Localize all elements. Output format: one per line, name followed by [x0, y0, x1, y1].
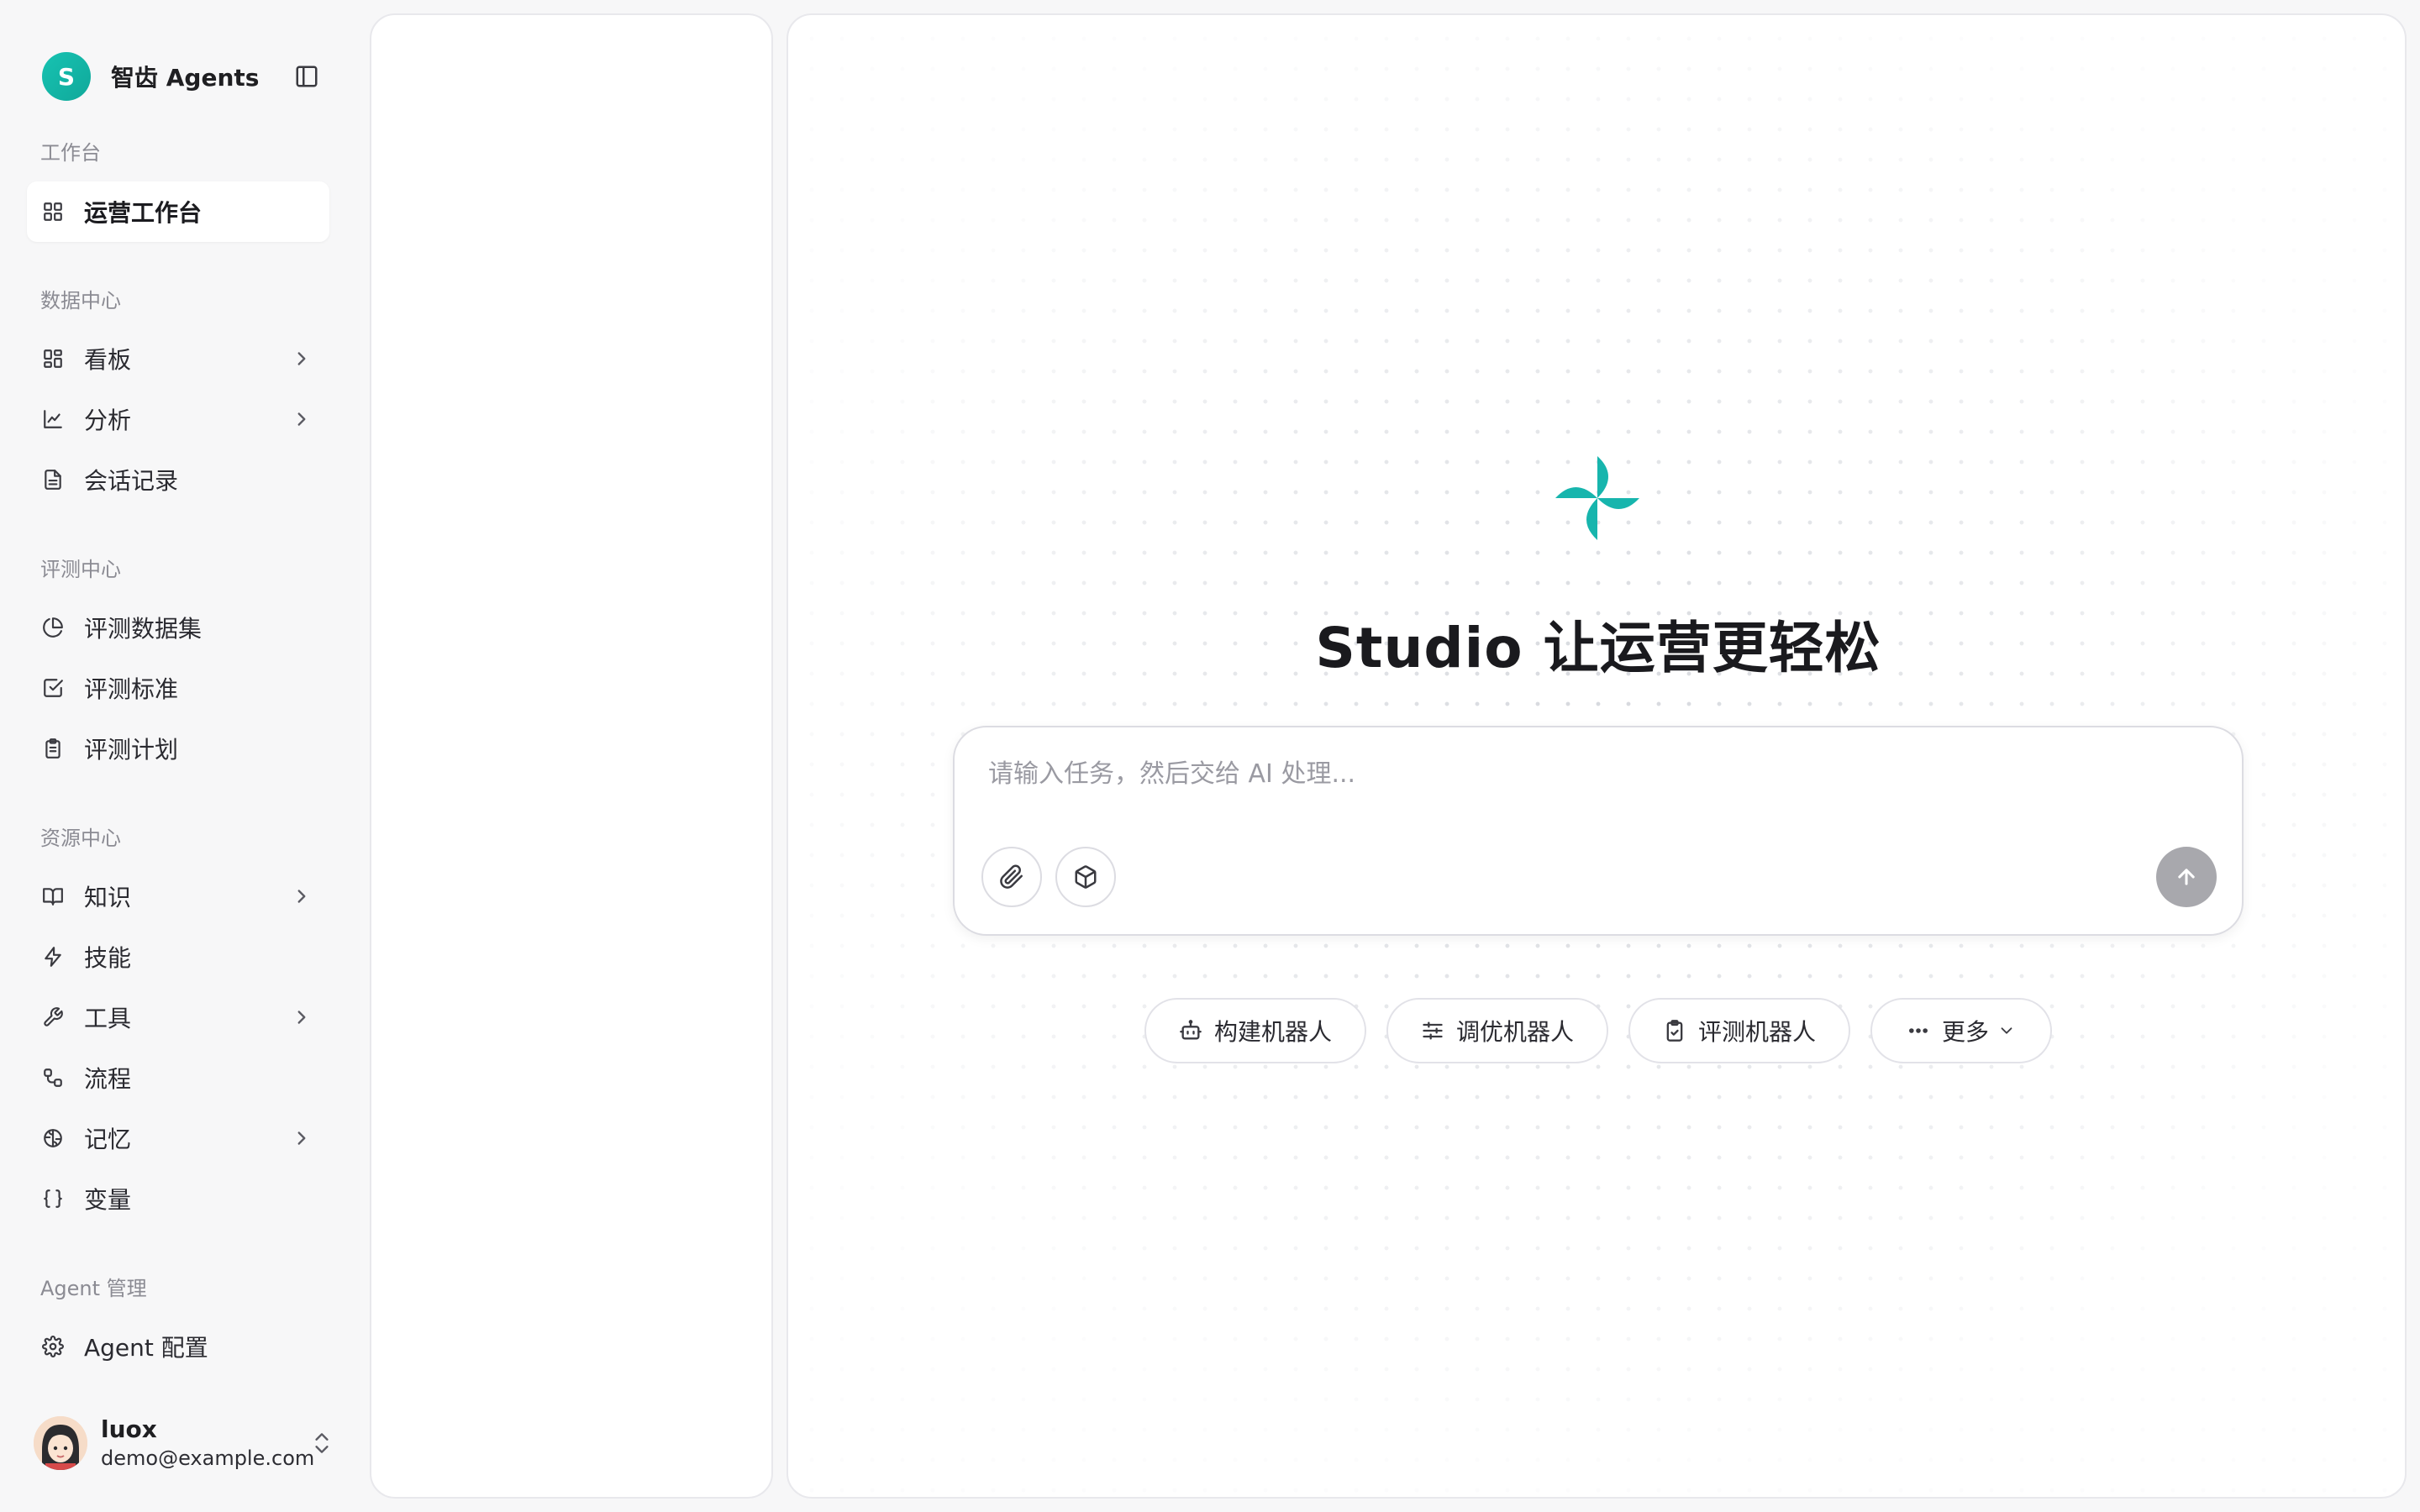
sidebar-item-label: 看板 — [84, 346, 132, 374]
bot-icon — [1180, 1020, 1202, 1040]
pinwheel-logo-icon — [1551, 452, 1644, 544]
sidebar-item-label: 评测计划 — [84, 736, 179, 764]
book-open-icon — [40, 884, 66, 909]
sidebar-item-eval-criteria[interactable]: 评测标准 — [27, 658, 329, 718]
user-menu[interactable]: luox demo@example.com — [34, 1411, 336, 1475]
page-title: Studio 让运营更轻松 — [1315, 616, 1881, 680]
sidebar: S 智齿 Agents 工作台 运营工作台 数据中心 看板 分析 会话记录 评测… — [0, 0, 370, 1512]
panel-left-icon — [296, 66, 318, 87]
section-title-workbench: 工作台 — [40, 141, 101, 165]
user-name: luox — [101, 1415, 157, 1443]
sidebar-item-dashboard[interactable]: 看板 — [27, 328, 329, 389]
arrow-up-icon — [2178, 869, 2195, 885]
chip-label: 更多 — [1941, 1018, 1989, 1046]
user-email: demo@example.com — [101, 1446, 315, 1470]
chevrons-up-down-icon — [311, 1430, 336, 1457]
task-composer — [953, 726, 2244, 936]
sidebar-item-memory[interactable]: 记忆 — [27, 1108, 329, 1168]
brain-icon — [40, 1126, 66, 1151]
brand: S 智齿 Agents — [42, 52, 328, 101]
sidebar-item-label: 记忆 — [84, 1126, 132, 1153]
sidebar-item-eval-datasets[interactable]: 评测数据集 — [27, 597, 329, 658]
build-bot-chip[interactable]: 构建机器人 — [1144, 998, 1366, 1063]
sidebar-item-label: 评测标准 — [84, 675, 179, 703]
wrench-icon — [40, 1005, 66, 1030]
main-panel: Studio 让运营更轻松 构建机器人 调优机器人 — [786, 13, 2407, 1499]
send-button[interactable] — [2156, 847, 2217, 907]
sidebar-item-label: 评测数据集 — [84, 615, 203, 643]
section-title-resource-center: 资源中心 — [40, 827, 121, 850]
sidebar-item-label: 工具 — [84, 1005, 132, 1032]
chevron-down-icon — [2001, 1027, 2012, 1034]
section-title-eval-center: 评测中心 — [40, 558, 121, 581]
user-info: luox demo@example.com — [101, 1415, 314, 1472]
brand-logo: S — [42, 52, 91, 101]
chevron-right-icon — [291, 408, 313, 430]
sidebar-item-label: Agent 配置 — [84, 1334, 208, 1362]
task-input[interactable] — [988, 753, 2198, 811]
app-root: S 智齿 Agents 工作台 运营工作台 数据中心 看板 分析 会话记录 评测… — [0, 0, 2420, 1512]
chevron-right-icon — [291, 885, 313, 907]
sidebar-toggle-button[interactable] — [294, 64, 319, 89]
more-chip[interactable]: 更多 — [1870, 998, 2052, 1063]
sliders-icon — [1423, 1021, 1443, 1040]
workflow-icon — [40, 1065, 66, 1090]
clipboard-check-icon — [1666, 1020, 1683, 1042]
sidebar-item-tools[interactable]: 工具 — [27, 987, 329, 1047]
pie-chart-icon — [40, 615, 66, 640]
tune-bot-chip[interactable]: 调优机器人 — [1386, 998, 1608, 1063]
chip-label: 调优机器人 — [1455, 1018, 1574, 1046]
secondary-panel — [370, 13, 773, 1499]
clipboard-list-icon — [40, 736, 66, 761]
section-title-data-center: 数据中心 — [40, 289, 121, 312]
paperclip-icon — [1000, 864, 1023, 889]
sidebar-item-knowledge[interactable]: 知识 — [27, 866, 329, 927]
brand-name: 智齿 Agents — [111, 64, 260, 92]
model-select-button[interactable] — [1055, 847, 1116, 907]
grid-icon — [40, 346, 66, 371]
settings-icon — [40, 1334, 66, 1359]
sidebar-item-eval-plans[interactable]: 评测计划 — [27, 718, 329, 779]
sidebar-item-skills[interactable]: 技能 — [27, 927, 329, 987]
sidebar-item-label: 会话记录 — [84, 467, 179, 495]
box-icon — [1075, 865, 1097, 889]
file-text-icon — [40, 467, 66, 492]
grid-icon — [40, 199, 66, 224]
sidebar-item-label: 变量 — [84, 1186, 132, 1214]
more-horizontal-icon — [1909, 1028, 1928, 1033]
sidebar-item-agent-config[interactable]: Agent 配置 — [27, 1316, 329, 1377]
sidebar-item-analysis[interactable]: 分析 — [27, 389, 329, 449]
attach-button[interactable] — [981, 847, 1042, 907]
sidebar-item-conversations[interactable]: 会话记录 — [27, 449, 329, 510]
sidebar-item-label: 技能 — [84, 944, 132, 972]
sidebar-item-ops-workbench[interactable]: 运营工作台 — [27, 181, 329, 242]
sidebar-item-workflows[interactable]: 流程 — [27, 1047, 329, 1108]
quick-actions: 构建机器人 调优机器人 评测机器人 更多 — [788, 998, 2405, 1065]
sidebar-item-label: 流程 — [84, 1065, 132, 1093]
sidebar-item-label: 知识 — [84, 884, 132, 911]
chevron-right-icon — [291, 348, 313, 370]
sidebar-item-variables[interactable]: 变量 — [27, 1168, 329, 1229]
sidebar-item-label: 分析 — [84, 407, 132, 434]
chevron-right-icon — [291, 1006, 313, 1028]
section-title-agent-management: Agent 管理 — [40, 1277, 147, 1300]
sidebar-item-label: 运营工作台 — [84, 199, 203, 227]
chip-label: 评测机器人 — [1697, 1018, 1816, 1046]
chip-label: 构建机器人 — [1213, 1018, 1332, 1046]
braces-icon — [40, 1186, 66, 1211]
eval-bot-chip[interactable]: 评测机器人 — [1628, 998, 1850, 1063]
line-chart-icon — [40, 407, 66, 432]
chevron-right-icon — [291, 1127, 313, 1149]
avatar — [34, 1416, 87, 1470]
check-square-icon — [40, 675, 66, 701]
zap-icon — [40, 944, 66, 969]
